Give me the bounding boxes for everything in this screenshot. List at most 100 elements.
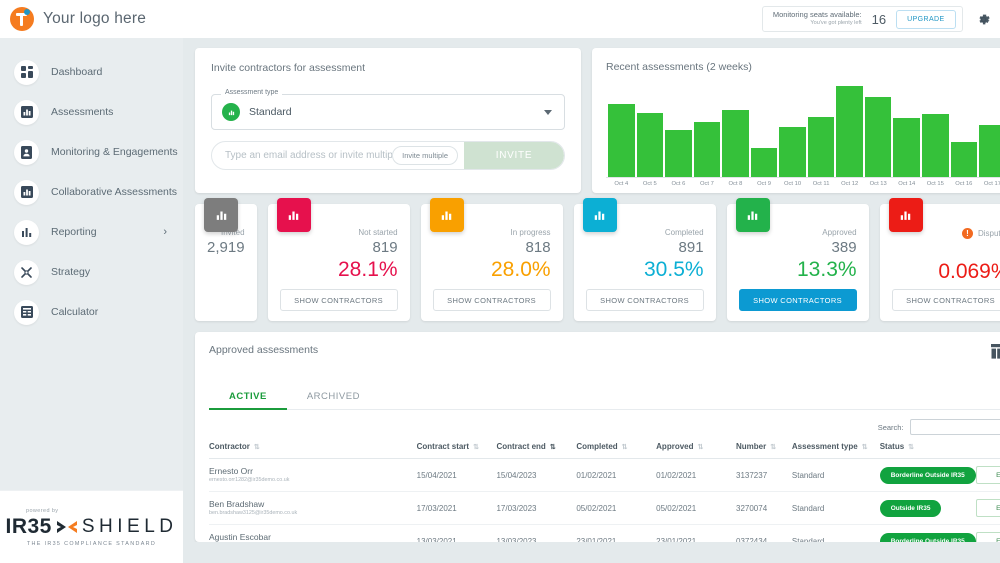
status-badge: Outside IR35 [879, 499, 942, 517]
table-header-approved[interactable]: Approved ⇅ [656, 442, 736, 459]
show-contractors-button[interactable]: SHOW CONTRACTORS [891, 289, 1000, 311]
assessment-type-legend: Assessment type [221, 89, 283, 96]
tools-icon [14, 259, 39, 285]
chart-x-tick: Oct 7 [699, 181, 714, 187]
explore-button[interactable]: EXPLORE [975, 499, 1000, 517]
table-card-title: Approved assessments [209, 344, 319, 356]
sidebar-item-assessments[interactable]: Assessments [0, 92, 183, 132]
chart-bar [750, 147, 778, 177]
sidebar-item-collaborative-assessments[interactable]: Collaborative Assessments [0, 172, 183, 212]
chevron-down-icon[interactable] [544, 109, 552, 115]
stat-card-disputed: ! Disputed 20.069% SHOW CONTRACTORS [879, 198, 1000, 321]
upgrade-button[interactable]: UPGRADE [896, 9, 956, 29]
show-contractors-button[interactable]: SHOW CONTRACTORS [279, 289, 398, 311]
recent-assessments-chart-card: Recent assessments (2 weeks) Oct 4 Oct 5O… [592, 48, 1000, 193]
cell-assessment-type: Standard [791, 458, 880, 492]
table-header-label: Approved [656, 442, 694, 451]
table-row[interactable]: Agustin Escobaragustin.escobar2498@ir35d… [209, 524, 1000, 542]
cell-status: Borderline Outside IR35 [879, 524, 976, 542]
chevron-right-icon[interactable]: › [163, 226, 167, 238]
sort-icon[interactable]: ⇅ [550, 444, 556, 451]
tab-archived[interactable]: ARCHIVED [287, 385, 380, 409]
stat-percentage: 13.3% [797, 257, 857, 281]
stat-count: 2,919 [207, 239, 245, 256]
stat-card-in-progress: In progress 818 28.0% SHOW CONTRACTORS [420, 198, 563, 321]
sidebar-item-label: Dashboard [51, 66, 103, 78]
sidebar-nav: Dashboard Assessments Monitoring & Engag… [0, 38, 183, 490]
table-header-contract-start[interactable]: Contract start ⇅ [416, 442, 497, 459]
sidebar-item-reporting[interactable]: Reporting › [0, 212, 183, 252]
search-input[interactable] [909, 419, 1000, 435]
table-header-status[interactable]: Status ⇅ [879, 442, 976, 459]
table-header-number[interactable]: Number ⇅ [736, 442, 792, 459]
logo-text: Your logo here [43, 10, 147, 27]
cell-assessment-type: Standard [791, 491, 880, 525]
assessment-type-select[interactable]: Assessment type Standard [211, 89, 565, 130]
sidebar-item-dashboard[interactable]: Dashboard [0, 52, 183, 92]
table-row[interactable]: Ben Bradshaw ben.bradshaw3125@ir35demo.co… [209, 491, 1000, 525]
ir35-tagline: THE IR35 COMPLIANCE STANDARD [26, 540, 157, 547]
sort-icon[interactable]: ⇅ [770, 444, 776, 451]
show-contractors-button[interactable]: SHOW CONTRACTORS [432, 289, 551, 311]
explore-button[interactable]: EXPLORE [975, 532, 1000, 542]
chart-bar [722, 110, 749, 177]
table-header-completed[interactable]: Completed ⇅ [576, 442, 657, 459]
stat-label-text: In progress [510, 228, 551, 237]
sidebar-item-strategy[interactable]: Strategy [0, 252, 183, 292]
sidebar-footer-logo: powered by IR35 SHIELD THE IR35 COMPLIAN… [0, 490, 183, 563]
brand-logo-icon [10, 7, 34, 31]
show-contractors-button[interactable]: SHOW CONTRACTORS [738, 289, 857, 311]
table-header-label: Contract end [496, 442, 546, 451]
show-contractors-button[interactable]: SHOW CONTRACTORS [585, 289, 704, 311]
table-header-contractor[interactable]: Contractor ⇅ [209, 442, 417, 459]
chart-bar [665, 129, 692, 177]
bar-column [807, 79, 835, 177]
sort-icon[interactable]: ⇅ [862, 444, 868, 451]
sidebar-item-label: Strategy [51, 266, 91, 278]
sidebar-item-calculator[interactable]: Calculator [0, 292, 183, 332]
shield-wordmark: SHIELD [81, 515, 178, 537]
invite-email-input[interactable] [212, 150, 393, 161]
chart-x-tick: Oct 6 [671, 181, 686, 187]
tab-active[interactable]: ACTIVE [209, 385, 287, 410]
sidebar-item-label: Collaborative Assessments [51, 186, 178, 198]
table-header-assessment-type[interactable]: Assessment type ⇅ [791, 442, 880, 459]
bar-column [864, 79, 892, 177]
table-header-label: Assessment type [791, 442, 858, 451]
table-row[interactable]: Ernesto Orr ernesto.orr1282@ir35demo.co.u… [209, 458, 1000, 492]
stat-card-invited: Invited 2,919 [195, 198, 257, 321]
cell-contract-end: 13/03/2023 [496, 524, 577, 542]
top-cards-row: Invite contractors for assessment Assess… [195, 48, 1000, 193]
sort-icon[interactable]: ⇅ [908, 444, 914, 451]
ir35-wordmark: IR35 [5, 514, 52, 538]
invite-input-row: Invite multiple INVITE [211, 141, 565, 170]
chart-bar [608, 104, 635, 177]
invite-button[interactable]: INVITE [464, 142, 564, 169]
bar-chart [606, 79, 1000, 178]
chart-bar [693, 122, 721, 177]
cell-contract-start: 17/03/2021 [416, 491, 497, 525]
sidebar-item-label: Calculator [51, 306, 99, 318]
explore-button[interactable]: EXPLORE [975, 466, 1000, 484]
assessment-type-value: Standard [249, 106, 292, 118]
table-header-contract-end[interactable]: Contract end ⇅ [496, 442, 577, 459]
chart-title: Recent assessments (2 weeks) [606, 61, 752, 73]
sort-icon[interactable]: ⇅ [254, 444, 260, 451]
stat-count: 819 [372, 239, 398, 256]
seats-count: 16 [871, 11, 887, 27]
gear-icon[interactable] [975, 11, 992, 28]
alert-icon: ! [961, 228, 973, 239]
sort-icon[interactable]: ⇅ [473, 444, 479, 451]
invite-multiple-button[interactable]: Invite multiple [392, 146, 458, 165]
analytics-icon [14, 219, 39, 245]
sidebar-item-monitoring-engagements[interactable]: Monitoring & Engagements [0, 132, 183, 172]
columns-icon[interactable] [990, 344, 1000, 365]
stat-count: 2 [892, 242, 1000, 259]
bar-column [922, 79, 949, 177]
sort-icon[interactable]: ⇅ [698, 444, 704, 451]
bar-chart-icon [429, 198, 464, 232]
app-root: Your logo here Dashboard Assessments Mon… [0, 0, 1000, 563]
invite-contractors-card: Invite contractors for assessment Assess… [195, 48, 581, 193]
sort-icon[interactable]: ⇅ [622, 444, 628, 451]
chart-bar [979, 125, 1000, 177]
